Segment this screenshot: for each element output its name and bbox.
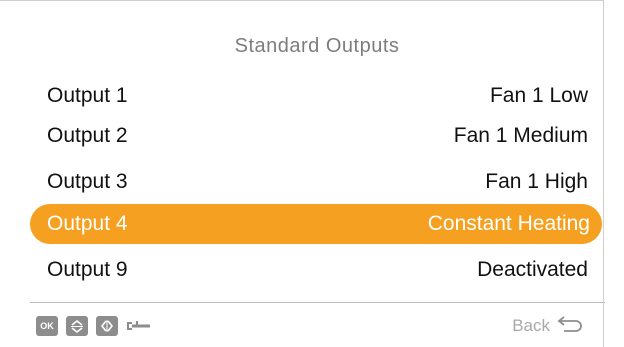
- list-item-output-3[interactable]: Output 3 Fan 1 High: [30, 162, 600, 202]
- list-item-output-1[interactable]: Output 1 Fan 1 Low: [30, 76, 600, 116]
- list-item-output-9[interactable]: Output 9 Deactivated: [30, 250, 600, 290]
- up-down-arrows-icon[interactable]: [66, 316, 88, 336]
- back-button[interactable]: Back: [512, 313, 584, 338]
- page-title: Standard Outputs: [234, 35, 400, 57]
- output-label: Output 1: [47, 84, 128, 107]
- ok-button-icon[interactable]: OK: [36, 316, 58, 336]
- list-item-output-2[interactable]: Output 2 Fan 1 Medium: [30, 116, 600, 156]
- wrench-icon[interactable]: [126, 316, 152, 336]
- output-label: Output 2: [47, 124, 128, 147]
- output-value: Constant Heating: [427, 212, 590, 235]
- list-item-output-4-selected[interactable]: Output 4 Constant Heating: [30, 204, 602, 244]
- output-value: Fan 1 Medium: [453, 124, 588, 147]
- output-label: Output 9: [47, 258, 128, 281]
- left-right-arrows-icon[interactable]: [96, 316, 118, 336]
- footer-controls: OK: [36, 315, 152, 337]
- output-value: Deactivated: [477, 258, 588, 281]
- output-label: Output 3: [47, 170, 128, 193]
- output-value: Fan 1 Low: [489, 84, 588, 107]
- back-label: Back: [512, 315, 550, 335]
- output-value: Fan 1 High: [485, 170, 588, 193]
- output-label: Output 4: [47, 212, 128, 235]
- footer-divider: [30, 302, 605, 303]
- back-arrow-icon: [556, 313, 584, 338]
